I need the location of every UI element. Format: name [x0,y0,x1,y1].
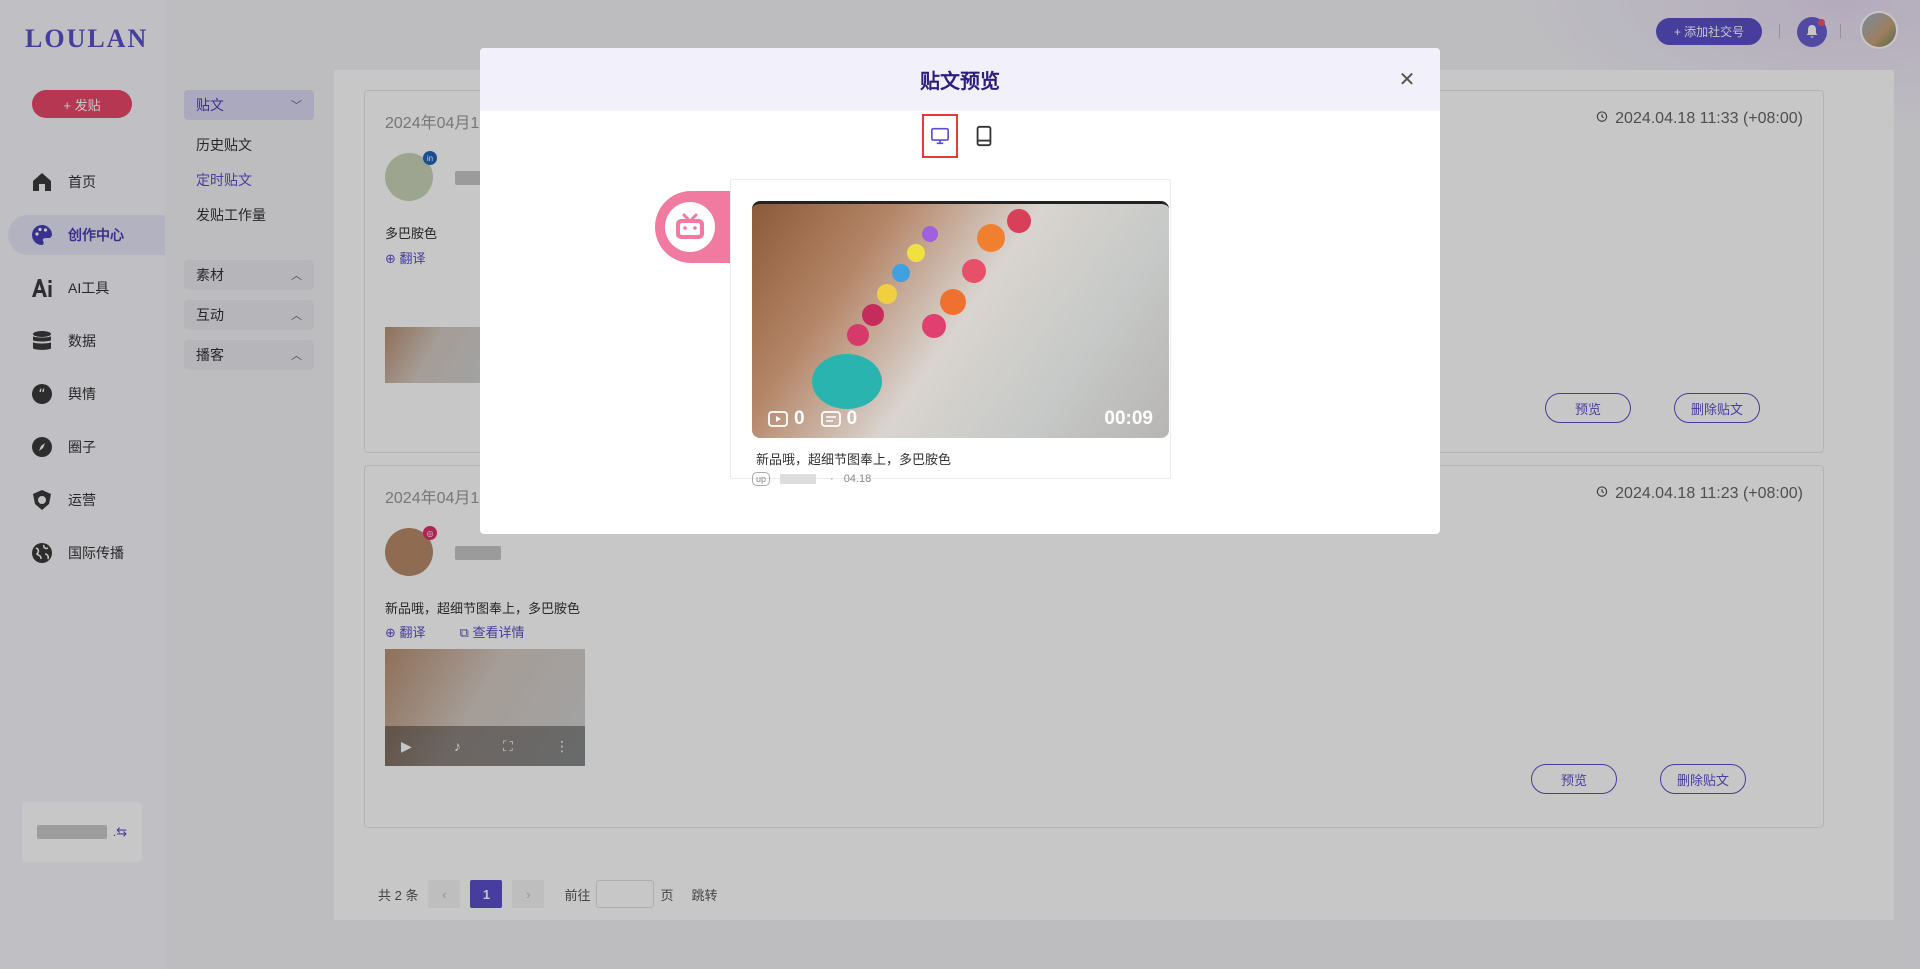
desktop-view-button[interactable] [922,114,958,158]
modal-header: 贴文预览 ✕ [480,48,1440,111]
bead-decoration [907,244,925,262]
post-preview-modal: 贴文预览 ✕ 0 0 00:09 新品哦，超细节图奉上，多巴胺色 up · 04… [480,48,1440,534]
bead-decoration [922,314,946,338]
uploader-tag: up [752,472,771,486]
meta-separator: · [830,473,834,485]
comment-count-value: 0 [846,408,858,429]
bead-decoration [1007,209,1031,233]
mobile-view-button[interactable] [966,114,1002,158]
bead-decoration [892,264,910,282]
preview-video-thumbnail[interactable]: 0 0 00:09 [752,201,1169,438]
comment-count-icon [820,411,841,427]
modal-title: 贴文预览 [920,71,1000,93]
bilibili-preview-card: 0 0 00:09 新品哦，超细节图奉上，多巴胺色 up · 04.18 [730,179,1171,486]
video-stats: 0 0 [768,408,857,430]
bead-decoration [847,324,869,346]
bilibili-platform-badge [655,191,730,263]
play-count-icon [768,411,788,427]
preview-caption: 新品哦，超细节图奉上，多巴胺色 [756,452,952,467]
preview-meta: up · 04.18 [752,472,871,486]
bead-decoration [940,289,966,315]
tablet-icon [976,125,992,147]
bead-decoration [962,259,986,283]
comment-count: 0 [820,408,858,430]
bead-decoration [922,226,938,242]
bead-decoration [862,304,884,326]
bead-decoration [812,354,882,409]
close-icon[interactable]: ✕ [1394,66,1420,92]
device-switch [922,114,1002,158]
bead-decoration [977,224,1005,252]
bead-decoration [877,284,897,304]
play-count-value: 0 [794,408,805,429]
preview-date: 04.18 [843,473,872,485]
video-duration: 00:09 [1104,408,1153,429]
uploader-name-blurred [780,474,817,484]
play-count: 0 [768,408,805,430]
monitor-icon [931,127,949,145]
bilibili-tv-icon [665,202,715,252]
